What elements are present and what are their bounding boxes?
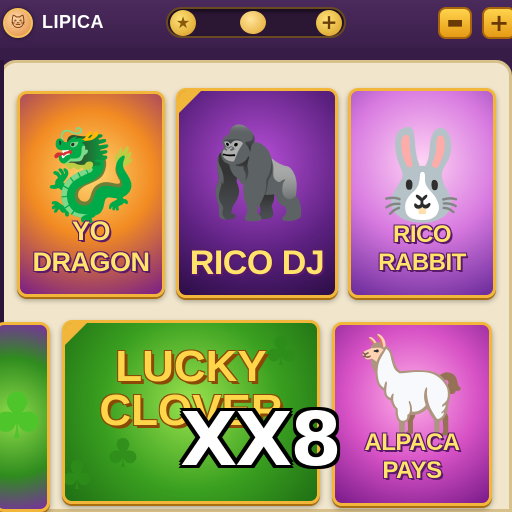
game-tile-rico-dj[interactable]: 🦍 RICO DJ [176, 88, 338, 298]
clover-icon: ♣ [105, 431, 141, 477]
coin-progress-knob [240, 11, 266, 34]
top-bar: 🐱 LIPICA ★ + ▬ + [0, 0, 512, 48]
game-title: RICO RABBIT [378, 221, 466, 276]
add-coins-button[interactable]: + [316, 10, 342, 36]
username: LIPICA [42, 12, 105, 32]
add-button[interactable]: + [482, 7, 512, 39]
coin-balance-bar: ★ + [166, 7, 346, 38]
game-title: YO DRAGON [32, 216, 151, 277]
clover-icon: ♣ [62, 453, 95, 499]
game-tile-rico-rabbit[interactable]: 🐰 RICO RABBIT [348, 88, 496, 298]
bag-icon: ▬ [446, 12, 464, 33]
game-title: RICO DJ [189, 244, 325, 282]
cat-avatar-icon: 🐱 [10, 15, 26, 31]
tile-corner-ribbon [65, 323, 88, 346]
multiplier-overlay: XX8 [180, 397, 342, 483]
dragon-icon: 🐉 [36, 123, 146, 226]
game-tile-yo-dragon[interactable]: 🐉 YO DRAGON [17, 91, 165, 297]
avatar[interactable]: 🐱 [3, 8, 33, 38]
gorilla-dj-icon: 🦍 [202, 121, 312, 224]
bag-button[interactable]: ▬ [438, 7, 472, 39]
alpaca-icon: 🦙 [352, 330, 472, 442]
star-icon: ★ [170, 10, 196, 36]
rabbit-icon: 🐰 [367, 123, 477, 226]
clover-icon: ♣ [0, 385, 46, 449]
game-tile-partial[interactable]: ♣ [0, 322, 50, 512]
